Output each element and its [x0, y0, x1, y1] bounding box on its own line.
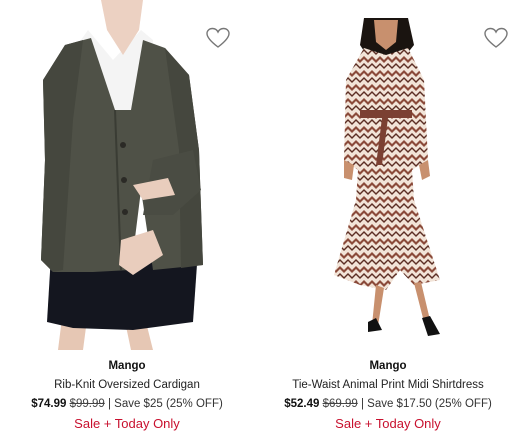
product-card[interactable]: Mango Tie-Waist Animal Print Midi Shirtd… [264, 0, 510, 447]
product-title[interactable]: Tie-Waist Animal Print Midi Shirtdress [264, 377, 510, 393]
product-price: $74.99 $99.99 | Save $25 (25% OFF) [3, 396, 251, 412]
product-grid: Mango Rib-Knit Oversized Cardigan $74.99… [0, 0, 510, 447]
savings-text: | Save $25 (25% OFF) [107, 398, 223, 410]
savings-text: | Save $17.50 (25% OFF) [360, 398, 492, 410]
product-brand[interactable]: Mango [3, 358, 251, 374]
product-image[interactable] [3, 0, 251, 350]
cardigan-product-image [41, 0, 203, 350]
product-image[interactable] [264, 0, 510, 350]
heart-outline-icon [206, 27, 230, 48]
sale-price: $52.49 [284, 398, 320, 410]
product-info: Mango Rib-Knit Oversized Cardigan $74.99… [3, 358, 251, 433]
shirtdress-product-image [334, 18, 440, 336]
original-price: $69.99 [322, 398, 358, 410]
promo-badge: Sale + Today Only [74, 416, 180, 431]
original-price: $99.99 [69, 398, 105, 410]
product-info: Mango Tie-Waist Animal Print Midi Shirtd… [264, 358, 510, 433]
promo-badge: Sale + Today Only [335, 416, 441, 431]
heart-outline-icon [484, 27, 508, 48]
product-price: $52.49 $69.99 | Save $17.50 (25% OFF) [264, 396, 510, 412]
product-brand[interactable]: Mango [264, 358, 510, 374]
sale-price: $74.99 [31, 398, 67, 410]
product-title[interactable]: Rib-Knit Oversized Cardigan [3, 377, 251, 393]
product-card[interactable]: Mango Rib-Knit Oversized Cardigan $74.99… [3, 0, 251, 447]
favorite-button[interactable] [206, 27, 230, 49]
favorite-button[interactable] [484, 27, 508, 49]
